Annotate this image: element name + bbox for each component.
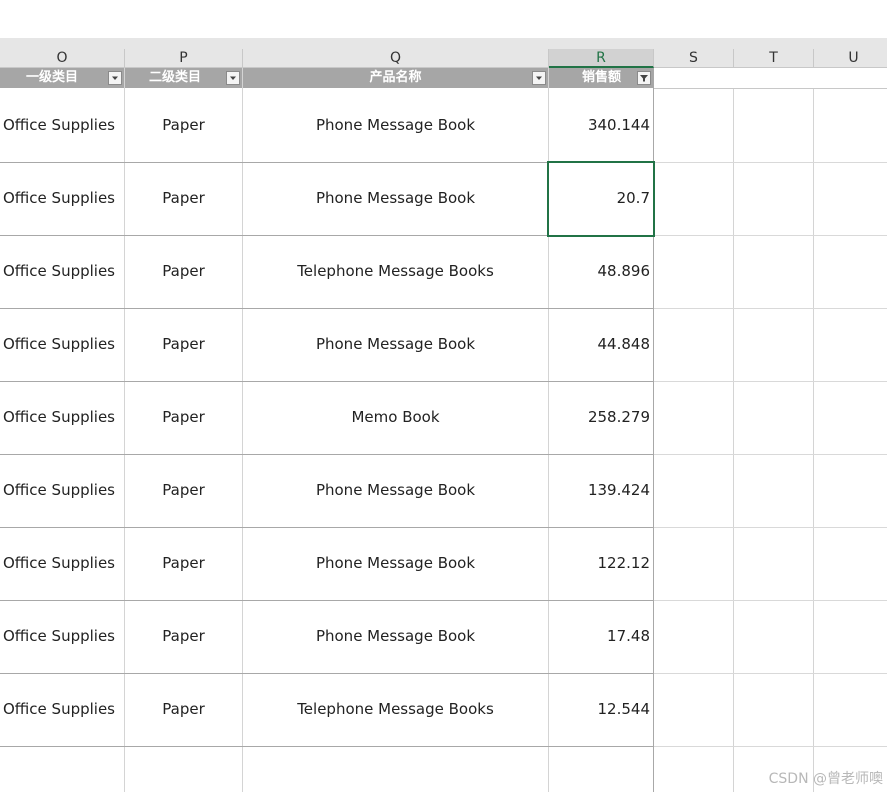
cell-sales[interactable]: 44.848 (549, 308, 654, 380)
gridline (733, 89, 734, 792)
cell-subcategory[interactable]: Paper (125, 381, 242, 453)
gridline (654, 746, 887, 747)
cell-subcategory[interactable]: Paper (125, 454, 242, 526)
cell-category[interactable]: Office Supplies (0, 308, 124, 380)
chevron-down-icon[interactable] (108, 71, 122, 85)
cell-category[interactable]: Office Supplies (0, 89, 124, 161)
cell-product-name[interactable]: Phone Message Book (243, 454, 548, 526)
cell-product-name[interactable]: Memo Book (243, 381, 548, 453)
gridline (813, 89, 814, 792)
cell-product-name[interactable]: Phone Message Book (243, 600, 548, 672)
cell-category[interactable]: Office Supplies (0, 600, 124, 672)
cell-product-name[interactable]: Phone Message Book (243, 308, 548, 380)
cell-product-name[interactable]: Phone Message Book (243, 527, 548, 599)
gridline (0, 746, 654, 747)
watermark: CSDN @曾老师噢 (768, 771, 883, 787)
gridline (654, 673, 887, 674)
empty-header-area (654, 68, 887, 89)
gridline (654, 381, 887, 382)
column-header-r[interactable]: R (549, 49, 654, 68)
cell-sales[interactable]: 48.896 (549, 235, 654, 307)
cell-subcategory[interactable]: Paper (125, 600, 242, 672)
cell-subcategory[interactable]: Paper (125, 89, 242, 161)
column-header-u[interactable]: U (814, 49, 887, 68)
gridline (654, 308, 887, 309)
cell-product-name[interactable]: Phone Message Book (243, 162, 548, 234)
header-product-name: 产品名称 (369, 70, 422, 85)
cell-category[interactable]: Office Supplies (0, 527, 124, 599)
chevron-down-icon[interactable] (226, 71, 240, 85)
cell-subcategory[interactable]: Paper (125, 308, 242, 380)
cell-sales[interactable]: 17.48 (549, 600, 654, 672)
filter-funnel-icon[interactable] (637, 71, 651, 85)
cell-category[interactable]: Office Supplies (0, 162, 124, 234)
cell-sales[interactable]: 122.12 (549, 527, 654, 599)
table-header-row: 一级类目 二级类目 产品名称 销售额 (0, 68, 654, 88)
cell-category[interactable]: Office Supplies (0, 673, 124, 745)
gridline (654, 235, 887, 236)
column-header-bar: O P Q R S T U (0, 38, 887, 68)
cell-sales[interactable]: 20.7 (549, 162, 654, 234)
cell-sales[interactable]: 139.424 (549, 454, 654, 526)
chevron-down-icon[interactable] (532, 71, 546, 85)
column-header-s[interactable]: S (654, 49, 734, 68)
column-header-q[interactable]: Q (243, 49, 549, 68)
gridline (654, 600, 887, 601)
cell-subcategory[interactable]: Paper (125, 162, 242, 234)
cell-product-name[interactable]: Telephone Message Books (243, 235, 548, 307)
gridline (654, 162, 887, 163)
cell-subcategory[interactable]: Paper (125, 673, 242, 745)
column-header-p[interactable]: P (125, 49, 243, 68)
header-subcategory: 二级类目 (148, 70, 201, 85)
cell-subcategory[interactable]: Paper (125, 235, 242, 307)
cell-product-name[interactable]: Telephone Message Books (243, 673, 548, 745)
gridline (654, 527, 887, 528)
cell-product-name[interactable]: Phone Message Book (243, 89, 548, 161)
cell-sales[interactable]: 340.144 (549, 89, 654, 161)
cell-category[interactable]: Office Supplies (0, 454, 124, 526)
header-category: 一级类目 (25, 70, 78, 85)
cell-category[interactable]: Office Supplies (0, 235, 124, 307)
cell-subcategory[interactable]: Paper (125, 527, 242, 599)
cell-category[interactable]: Office Supplies (0, 381, 124, 453)
toolbar-area (0, 0, 887, 38)
cell-sales[interactable]: 12.544 (549, 673, 654, 745)
column-header-o[interactable]: O (0, 49, 125, 68)
column-header-t[interactable]: T (734, 49, 814, 68)
cell-sales[interactable]: 258.279 (549, 381, 654, 453)
gridline (654, 454, 887, 455)
